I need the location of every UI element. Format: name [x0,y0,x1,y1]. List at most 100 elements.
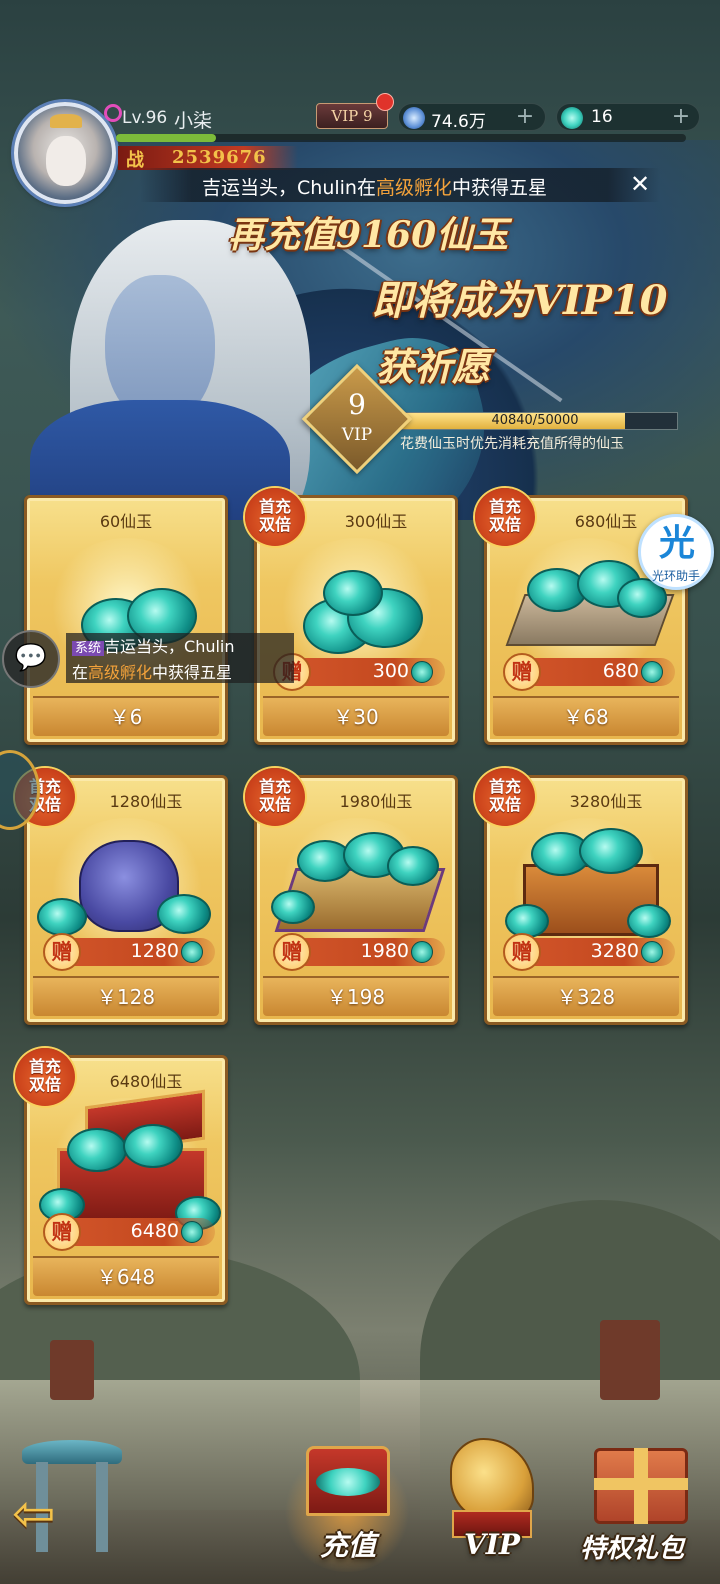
nav-vip[interactable]: VIP [432,1432,552,1582]
gift-icon: 赠 [43,1213,81,1251]
chat-bubble-icon[interactable]: 💬 [2,630,60,688]
currency-gem-value: 74.6万 [431,112,486,132]
product-price: ￥328 [493,976,679,1016]
product-price: ￥30 [263,696,449,736]
spirit-gem-icon [403,107,425,129]
promo-line-1: 再充值9160仙玉 [228,214,509,256]
jade-coin-icon [411,941,433,963]
bonus-strip: 赠 1280 [43,933,215,971]
gift-icon: 赠 [273,933,311,971]
jade-coin-icon [641,661,663,683]
vip-level-number: 9 [348,388,366,421]
power-value: 2539676 [172,147,267,168]
nav-recharge[interactable]: 充值 [282,1432,412,1582]
product-price: ￥198 [263,976,449,1016]
bonus-strip: 赠 1980 [273,933,445,971]
bonus-strip: 赠 300 [273,653,445,691]
back-gate-button[interactable]: ⇦ [12,1440,122,1560]
chat-event: 高级孵化 [88,663,153,682]
product-price: ￥68 [493,696,679,736]
vip-badge-text: VIP 9 [331,107,373,125]
announcement-event: 高级孵化 [375,177,452,199]
assistant-label: 光环助手 [651,569,700,583]
product-title: 3280仙玉 [569,792,643,811]
nav-privilege[interactable]: 特权礼包 [572,1432,712,1582]
nav-recharge-label: 充值 [320,1529,377,1562]
first-recharge-double-badge: 首充 双倍 [15,1048,75,1106]
product-card-60[interactable]: 60仙玉 ￥6 [24,495,228,745]
product-title: 60仙玉 [99,512,153,531]
notification-dot [376,93,394,111]
product-card-300[interactable]: 300仙玉 赠 300 ￥30 首充双倍 [245,488,458,745]
jade-coin-icon [411,661,433,683]
gift-icon: 赠 [503,933,541,971]
jade-coin-icon [561,107,583,129]
product-price: ￥6 [33,696,219,736]
product-card-3280[interactable]: 3280仙玉 赠 3280 ￥328 首充 双倍 [475,768,688,1025]
power-bar [116,134,686,142]
bonus-strip: 赠 3280 [503,933,675,971]
chat-line2-a: 在 [72,663,89,682]
jade-coin-icon [641,941,663,963]
announcement-banner: 吉运当头，Chulin在高级孵化中获得五星 ✕ [140,168,660,202]
assistant-helper-button[interactable]: 光 光环助手 [638,514,714,590]
chat-message[interactable]: 系统 吉运当头，Chulin 在高级孵化中获得五星 [66,633,294,683]
currency-gem-pill: 74.6万 + [398,103,546,132]
product-card-6480[interactable]: 6480仙玉 赠 6480 ￥648 首充 双倍 [15,1048,228,1305]
bonus-amount: 3280 [590,940,639,962]
player-level: Lv.96 [122,108,168,128]
vip-level-label: VIP [341,425,373,445]
pagoda-right [600,1320,660,1400]
currency-jade-pill: 16 + [556,103,700,131]
announcement-mid: 在 [356,177,376,199]
product-card-1280[interactable]: 1280仙玉 赠 1280 ￥128 首充 双倍 [15,768,228,1025]
bonus-strip: 赠 6480 [43,1213,215,1251]
bonus-strip: 赠 680 [503,653,675,691]
female-icon [104,104,122,122]
chat-line2-b: 中获得五星 [152,663,233,682]
gift-icon: 赠 [43,933,81,971]
avatar-crown [50,114,82,128]
bonus-amount: 1280 [130,940,179,962]
product-title: 1280仙玉 [109,792,183,811]
product-title: 300仙玉 [344,512,408,531]
vip-progress-bar: 40840/50000 [392,412,678,430]
nav-privilege-label: 特权礼包 [580,1534,685,1564]
product-card-1980[interactable]: 1980仙玉 赠 1980 ￥198 首充 双倍 [245,768,458,1025]
close-announcement-icon[interactable]: ✕ [630,170,650,198]
back-arrow-icon: ⇦ [12,1484,56,1544]
product-title: 6480仙玉 [109,1072,183,1091]
promo-line-3: 获祈愿 [376,344,491,389]
product-price: ￥128 [33,976,219,1016]
jade-coin-icon [181,941,203,963]
currency-jade-value: 16 [591,107,613,127]
product-price: ￥648 [33,1256,219,1296]
bonus-amount: 680 [602,660,639,682]
promo-line-2: 即将成为VIP10 [372,277,668,324]
vip-progress-note: 花费仙玉时优先消耗充值所得的仙玉 [400,436,624,452]
announcement-suffix: 中获得五星 [452,177,548,199]
player-name: 小柒 [174,110,213,132]
first-recharge-double-badge: 首充 双倍 [245,768,305,826]
bonus-amount: 6480 [130,1220,179,1242]
assistant-logo-icon: 光 [658,523,695,564]
jade-pile-icon [67,1128,127,1172]
gift-icon: 赠 [503,653,541,691]
add-gem-button[interactable]: + [515,106,535,128]
jade-coin-icon [181,1221,203,1243]
vip-progress-text: 40840/50000 [491,413,579,428]
announcement-prefix: 吉运当头， [202,177,298,199]
first-recharge-double-badge: 首充 双倍 [475,768,535,826]
bonus-amount: 1980 [360,940,409,962]
add-jade-button[interactable]: + [671,106,691,128]
player-avatar[interactable] [14,102,116,204]
announcement-player: Chulin [297,177,357,199]
first-recharge-double-badge: 首充 双倍 [245,488,305,546]
bonus-amount: 300 [372,660,409,682]
first-recharge-double-badge: 首充 双倍 [475,488,535,546]
chat-line1: 吉运当头，Chulin [104,637,235,656]
jade-pile-icon [37,898,87,936]
gate-roof [22,1440,122,1464]
chat-system-tag: 系统 [72,641,105,656]
nav-vip-label: VIP [464,1528,520,1561]
